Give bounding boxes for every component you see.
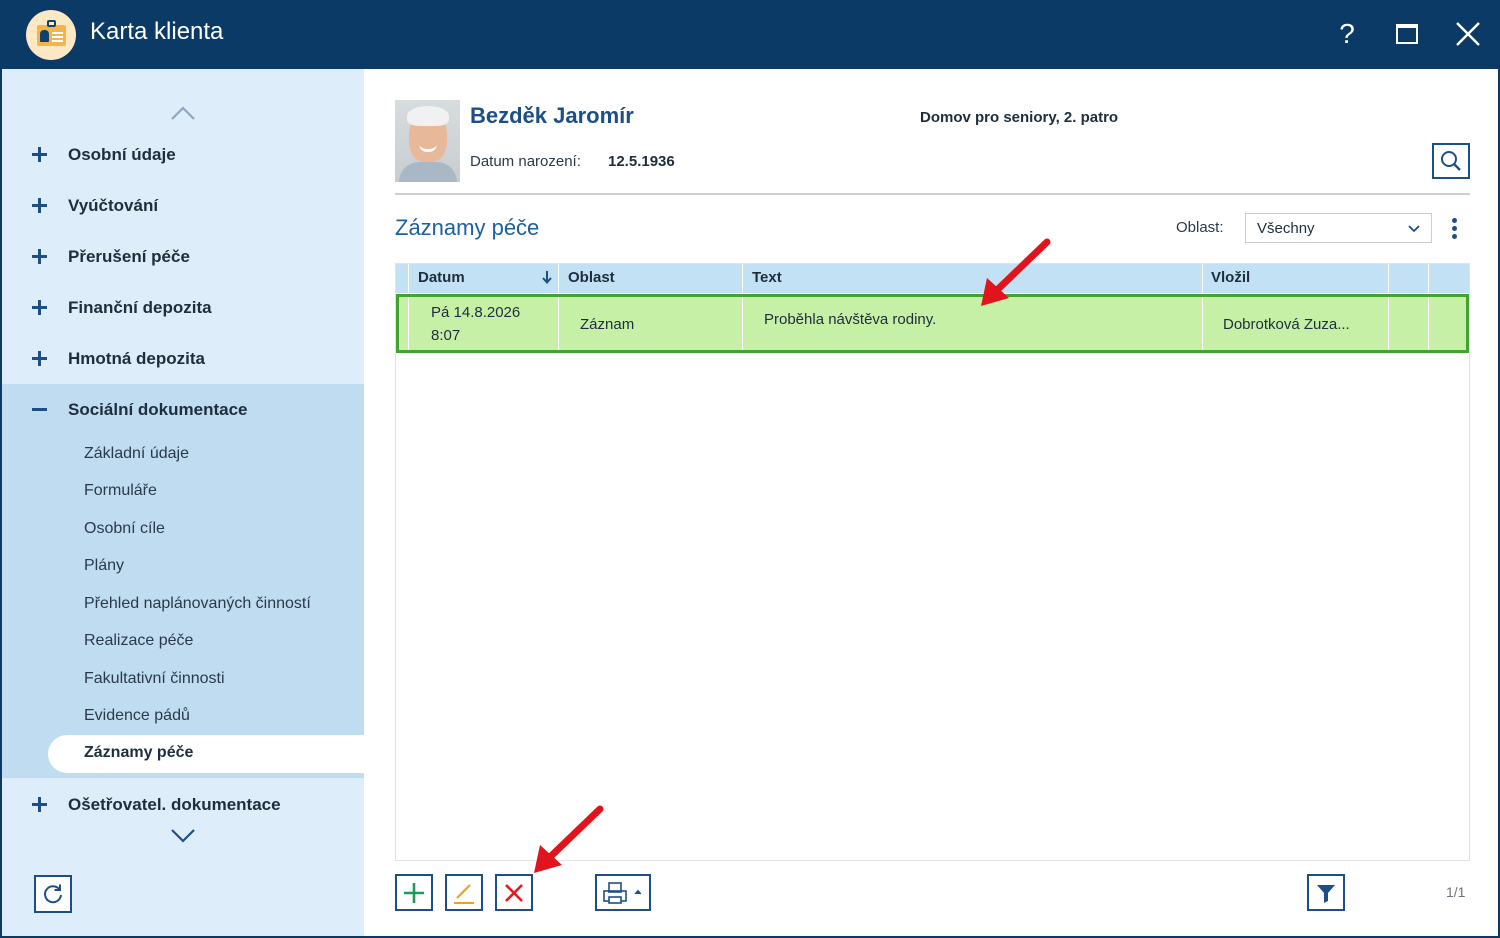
add-button[interactable]	[395, 874, 433, 911]
delete-icon	[505, 883, 523, 902]
delete-button[interactable]	[495, 874, 533, 911]
sidebar-item-preruseni-pece[interactable]: Přerušení péče	[2, 231, 364, 282]
help-button[interactable]: ?	[1327, 14, 1367, 54]
divider	[395, 193, 1470, 195]
expand-icon	[30, 248, 48, 266]
table-row[interactable]: Pá 14.8.2026 8:07 Záznam Proběhla návště…	[396, 294, 1469, 353]
sidebar-item-osetrovatel-dokumentace[interactable]: Ošetřovatel. dokumentace	[2, 779, 364, 830]
more-options-button[interactable]	[1445, 215, 1465, 241]
client-name: Bezděk Jaromír	[470, 103, 634, 128]
title-bar: Karta klienta ?	[0, 0, 1500, 69]
area-label: Oblast:	[1176, 219, 1224, 236]
column-header-oblast[interactable]: Oblast	[568, 269, 615, 286]
sort-descending-icon	[542, 271, 552, 285]
sidebar-subitem-fakultativni-cinnosti[interactable]: Fakultativní činnosti	[84, 670, 225, 688]
sidebar-item-label: Vyúčtování	[68, 195, 159, 215]
search-button[interactable]	[1432, 143, 1470, 179]
sidebar-subitem-prehled-naplanovanych-cinnosti[interactable]: Přehled naplánovaných činností	[84, 595, 311, 613]
expand-icon	[30, 299, 48, 317]
column-header-text[interactable]: Text	[752, 269, 782, 286]
sidebar-item-label: Hmotná depozita	[68, 348, 205, 368]
client-card-icon	[26, 10, 76, 60]
dob-value: 12.5.1936	[608, 153, 675, 170]
scroll-up-icon[interactable]	[168, 103, 198, 123]
records-table: Datum Oblast Text Vložil Pá 14.8.2026 8:…	[395, 263, 1470, 861]
maximize-button[interactable]	[1387, 14, 1427, 54]
annotation-arrow-icon	[981, 238, 1051, 306]
print-icon	[603, 882, 642, 904]
sidebar-item-vyuctovani[interactable]: Vyúčtování	[2, 180, 364, 231]
sidebar-item-osobni-udaje[interactable]: Osobní údaje	[2, 129, 364, 180]
area-select-value: Všechny	[1257, 220, 1315, 237]
sidebar-subitem-zakladni-udaje[interactable]: Základní údaje	[84, 445, 189, 463]
filter-button[interactable]	[1307, 874, 1345, 911]
cell-oblast: Záznam	[580, 316, 635, 333]
expand-icon	[30, 197, 48, 215]
expand-icon	[30, 146, 48, 164]
sidebar-item-label: Sociální dokumentace	[68, 399, 248, 419]
print-button[interactable]	[595, 874, 651, 911]
column-header-vlozil[interactable]: Vložil	[1211, 269, 1250, 286]
sidebar-item-label: Osobní údaje	[68, 144, 176, 164]
window-title: Karta klienta	[90, 18, 224, 45]
filter-icon	[1317, 884, 1335, 903]
close-button[interactable]	[1448, 14, 1488, 54]
dob-label: Datum narození:	[470, 153, 581, 170]
refresh-button[interactable]	[34, 875, 72, 913]
cell-text: Proběhla návštěva rodiny.	[764, 311, 937, 328]
maximize-icon	[1396, 24, 1418, 44]
pager: 1/1	[1446, 884, 1466, 900]
edit-button[interactable]	[445, 874, 483, 911]
annotation-arrow-icon	[534, 805, 604, 873]
area-select[interactable]: Všechny	[1245, 213, 1432, 243]
close-icon	[1456, 22, 1480, 46]
sidebar-item-label: Přerušení péče	[68, 246, 190, 266]
chevron-down-icon	[1408, 225, 1420, 233]
cell-datum-time: 8:07	[431, 327, 461, 344]
sidebar-subitem-label: Záznamy péče	[84, 744, 194, 761]
sidebar-item-label: Finanční depozita	[68, 297, 212, 317]
column-header-datum[interactable]: Datum	[418, 269, 465, 286]
sidebar-subitem-osobni-cile[interactable]: Osobní cíle	[84, 520, 165, 538]
scroll-down-icon[interactable]	[168, 826, 198, 846]
table-header: Datum Oblast Text Vložil	[396, 264, 1469, 293]
sidebar-item-financni-depozita[interactable]: Finanční depozita	[2, 282, 364, 333]
refresh-icon	[44, 884, 62, 904]
cell-datum-date: Pá 14.8.2026	[431, 304, 521, 321]
sidebar-subitem-plany[interactable]: Plány	[84, 557, 124, 575]
expand-icon	[30, 350, 48, 368]
expand-icon	[30, 796, 48, 814]
add-icon	[404, 882, 424, 903]
cell-vlozil: Dobrotková Zuza...	[1223, 316, 1350, 333]
sidebar-subitem-realizace-pece[interactable]: Realizace péče	[84, 632, 193, 650]
sidebar-subitem-evidence-padu[interactable]: Evidence pádů	[84, 707, 190, 725]
sidebar-subitem-formulare[interactable]: Formuláře	[84, 482, 157, 500]
sidebar-item-label: Ošetřovatel. dokumentace	[68, 794, 281, 814]
sidebar: Osobní údaje Vyúčtování Přerušení péče F…	[0, 69, 366, 938]
section-title: Záznamy péče	[395, 215, 540, 240]
search-icon	[1441, 151, 1461, 171]
sidebar-item-socialni-dokumentace[interactable]: Sociální dokumentace	[2, 384, 364, 435]
client-facility: Domov pro seniory, 2. patro	[920, 109, 1119, 126]
client-photo	[395, 100, 460, 182]
collapse-icon	[30, 401, 48, 419]
sidebar-subitem-zaznamy-pece[interactable]: Záznamy péče	[48, 735, 366, 773]
edit-icon	[454, 883, 474, 904]
sidebar-item-hmotna-depozita[interactable]: Hmotná depozita	[2, 333, 364, 384]
